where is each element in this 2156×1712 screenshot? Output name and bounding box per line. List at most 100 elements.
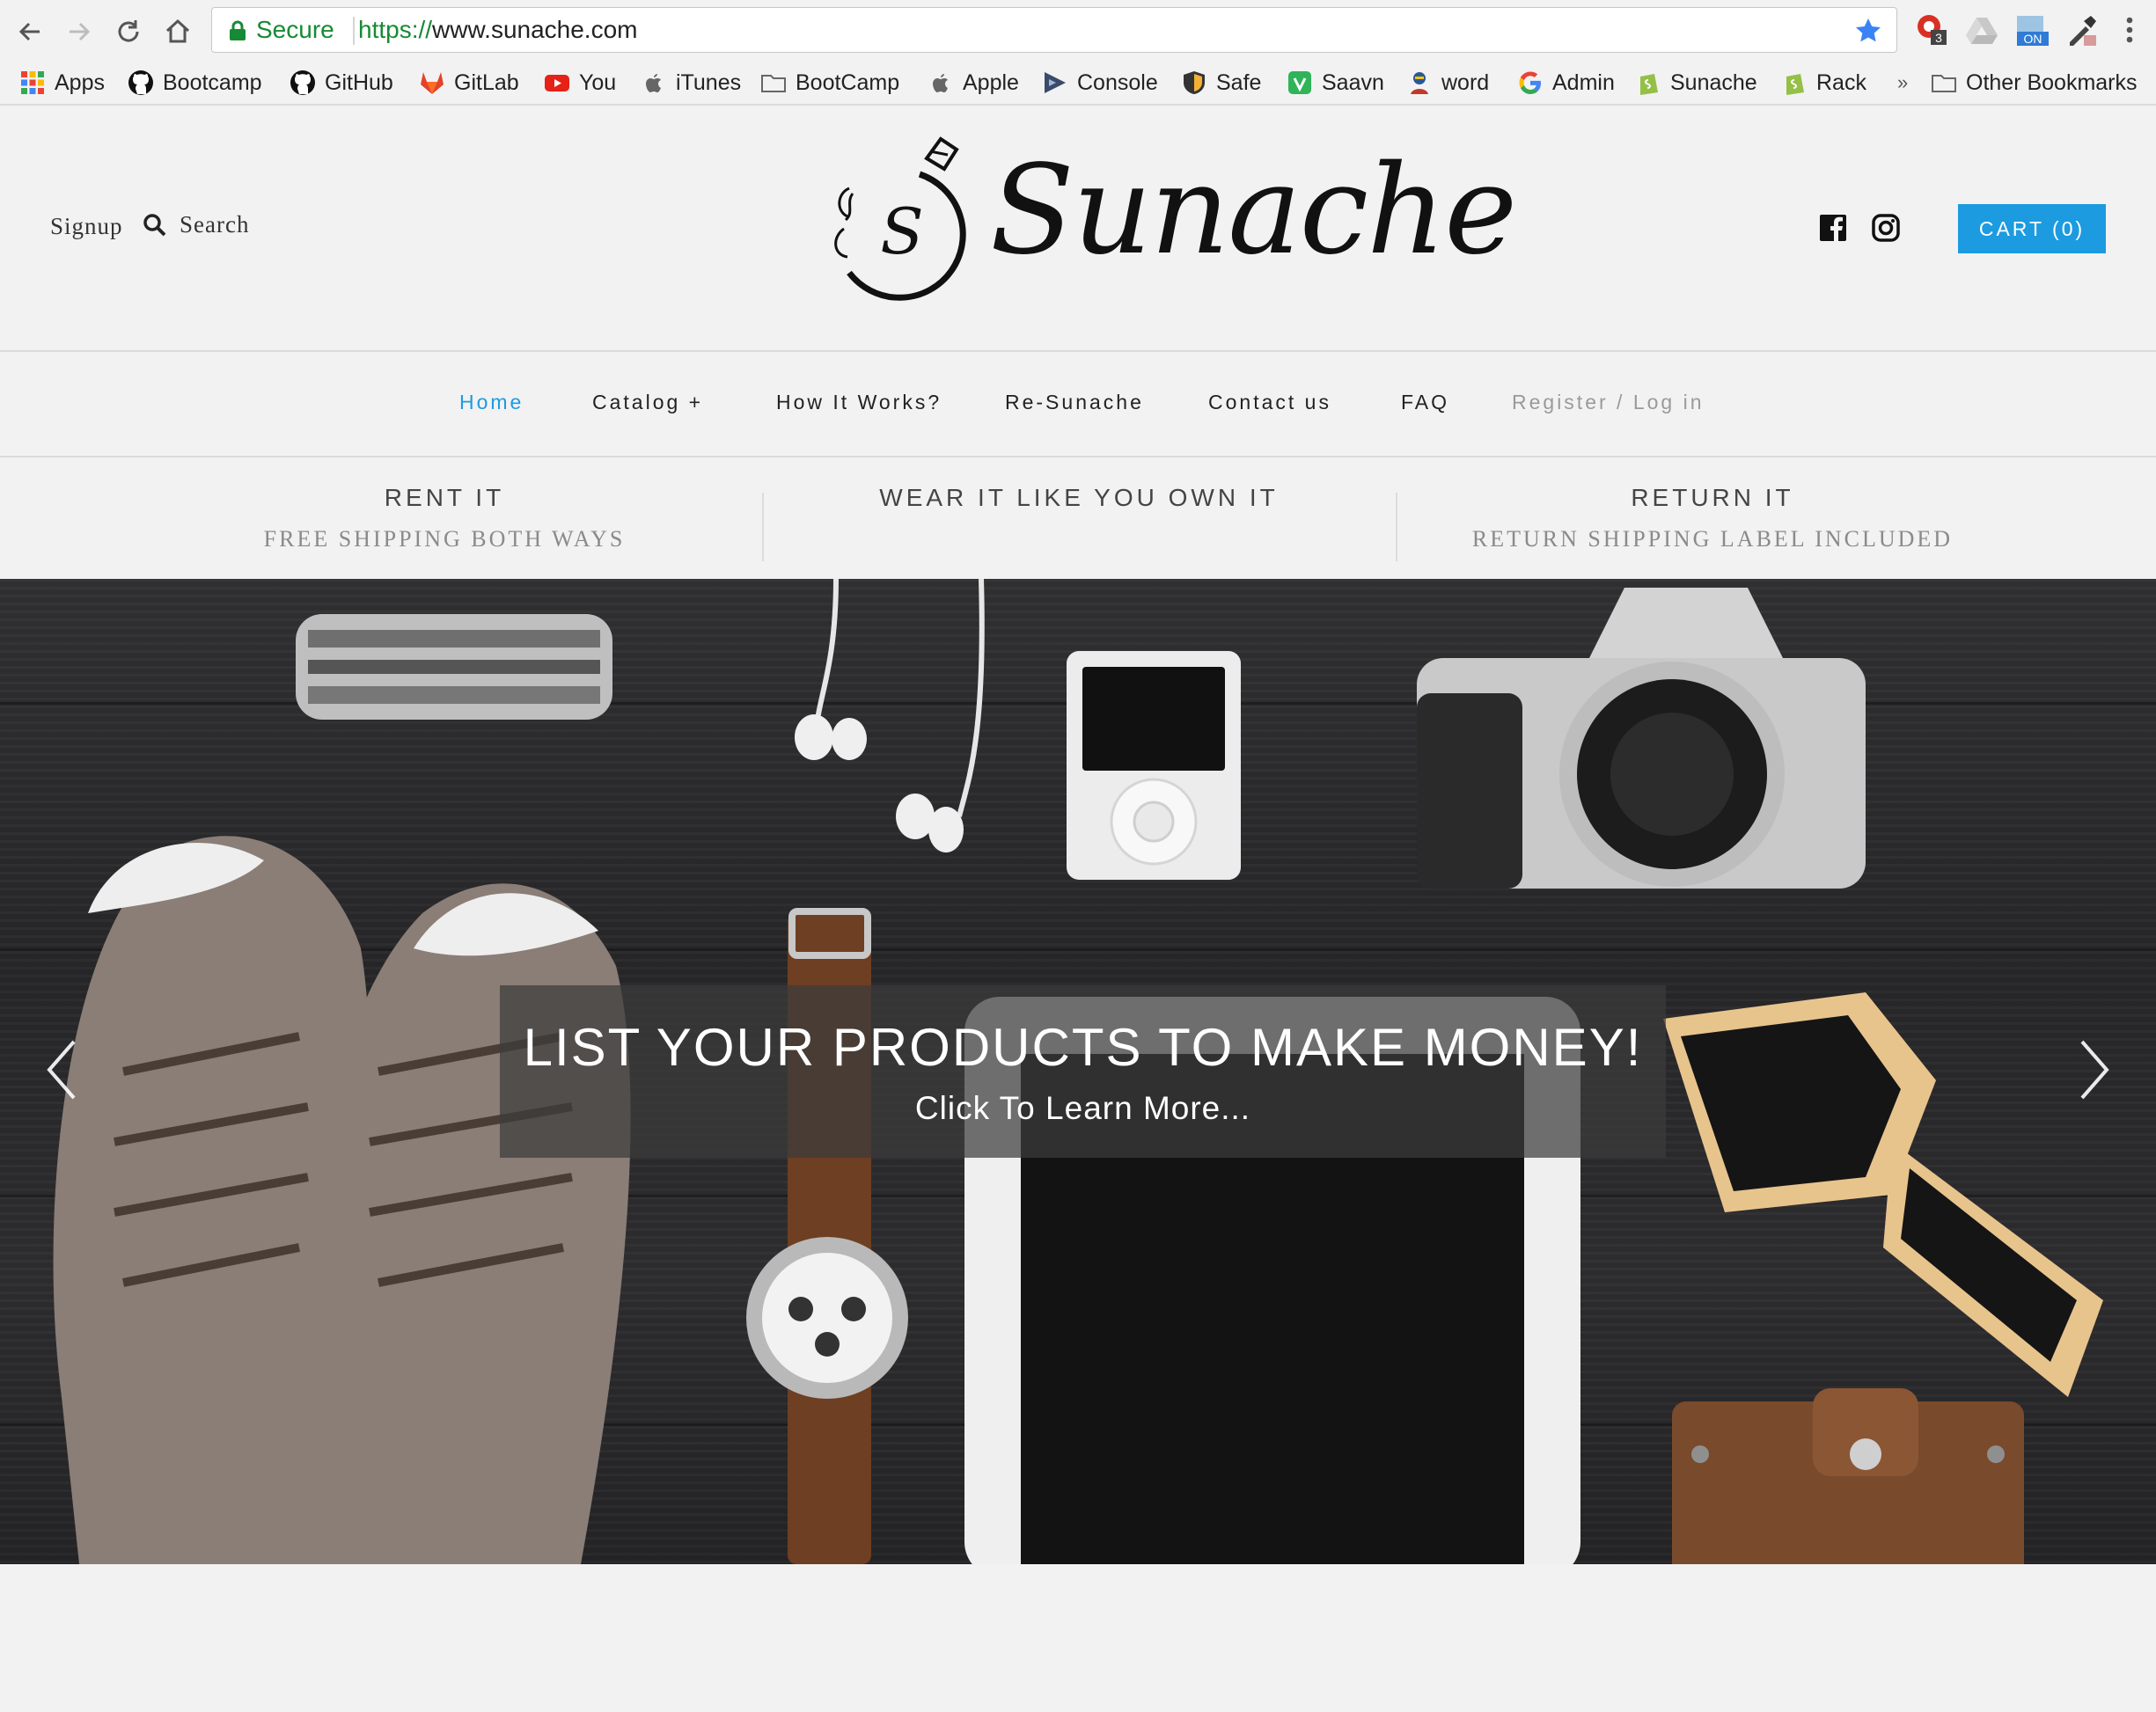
instagram-icon[interactable] xyxy=(1871,213,1901,243)
word-icon xyxy=(1411,72,1428,94)
bookmark-console[interactable]: Console xyxy=(1042,65,1158,100)
bookmark-sunache[interactable]: Sunache xyxy=(1635,65,1757,100)
bookmark-star-icon[interactable] xyxy=(1854,17,1882,45)
sunglasses-image xyxy=(1663,992,2103,1397)
site-header: Signup Search S Sunache CART (0) xyxy=(0,106,2156,350)
search-icon xyxy=(143,213,166,236)
home-icon[interactable] xyxy=(158,12,197,51)
bookmark-label: iTunes xyxy=(676,70,742,95)
folder-icon xyxy=(761,75,786,92)
nav-contact-us[interactable]: Contact us xyxy=(1208,391,1331,414)
bookmark-apple[interactable]: Apple xyxy=(928,65,1019,100)
bookmark-label: Safe xyxy=(1216,70,1262,95)
wallet-image xyxy=(1672,1388,2024,1564)
slider-next-arrow-icon[interactable] xyxy=(2066,1026,2119,1114)
signup-link[interactable]: Signup xyxy=(50,213,123,240)
back-arrow-icon[interactable] xyxy=(11,12,49,51)
nav-home[interactable]: Home xyxy=(459,391,524,414)
slider-prev-arrow-icon[interactable] xyxy=(37,1026,90,1114)
page-below-fold xyxy=(0,1564,2156,1712)
bookmark-saavn[interactable]: Saavn xyxy=(1287,65,1384,100)
hero-caption[interactable]: LIST YOUR PRODUCTS TO MAKE MONEY! Click … xyxy=(500,985,1666,1158)
bookmark-word[interactable]: word xyxy=(1406,65,1489,100)
bookmark-admin[interactable]: Admin xyxy=(1517,65,1615,100)
promo-title: WEAR IT LIKE YOU OWN IT xyxy=(879,484,1279,511)
extension-red-icon[interactable]: 3 xyxy=(1915,12,1950,48)
multitool-image xyxy=(296,614,612,720)
browser-toolbar: Secure https://www.sunache.com 3 ON xyxy=(0,0,2156,62)
bookmark-safe[interactable]: Safe xyxy=(1181,65,1261,100)
nav-catalog[interactable]: Catalog + xyxy=(592,391,703,414)
site-logo[interactable]: S Sunache xyxy=(814,132,1517,308)
eyedropper-icon[interactable] xyxy=(2064,12,2100,48)
url-text[interactable]: https://www.sunache.com xyxy=(358,16,637,44)
other-bookmarks[interactable]: Other Bookmarks xyxy=(1931,65,2138,100)
hero-learn-more-link[interactable]: Click To Learn More... xyxy=(500,1090,1666,1127)
folder-icon xyxy=(1932,75,1956,92)
nav-faq[interactable]: FAQ xyxy=(1401,391,1449,414)
drive-icon[interactable] xyxy=(1964,12,1999,48)
reload-icon[interactable] xyxy=(109,12,148,51)
omnibox-divider xyxy=(353,17,355,45)
bookmark-label: Rack xyxy=(1816,70,1866,95)
apple-icon xyxy=(646,74,661,92)
bookmark-label: Apple xyxy=(963,70,1019,95)
shield-icon xyxy=(1184,71,1205,94)
console-icon xyxy=(1045,72,1066,93)
bookmarks-overflow-button[interactable]: » xyxy=(1897,65,1908,100)
search-label: Search xyxy=(180,211,250,238)
logo-wordmark: Sunache xyxy=(990,139,1517,282)
gitlab-icon xyxy=(421,72,444,94)
bookmark-bootcamp[interactable]: Bootcamp xyxy=(128,65,262,100)
facebook-icon[interactable] xyxy=(1818,213,1848,243)
bookmark-label: BootCamp xyxy=(796,70,900,95)
hero-slideshow[interactable]: LIST YOUR PRODUCTS TO MAKE MONEY! Click … xyxy=(0,579,2156,1564)
promo-return-it: RETURN IT RETURN SHIPPING LABEL INCLUDED xyxy=(1397,484,2028,552)
address-bar[interactable]: Secure https://www.sunache.com xyxy=(211,7,1897,53)
bookmarks-bar: Apps Bootcamp GitHub GitLab You iTunes B… xyxy=(0,62,2156,106)
camera-image xyxy=(1417,588,1866,889)
saavn-icon xyxy=(1288,71,1311,94)
github-icon xyxy=(128,70,153,95)
cart-button[interactable]: CART (0) xyxy=(1958,204,2106,253)
sneakers-image xyxy=(53,836,631,1564)
toggle-on-icon[interactable]: ON xyxy=(2013,12,2049,48)
bookmark-label: Sunache xyxy=(1670,70,1757,95)
nav-re-sunache[interactable]: Re-Sunache xyxy=(1005,391,1144,414)
bookmark-label: GitLab xyxy=(454,70,519,95)
bookmark-label: Bootcamp xyxy=(163,70,262,95)
apple-icon xyxy=(933,74,948,92)
browser-menu-icon[interactable] xyxy=(2112,12,2147,48)
google-icon xyxy=(1519,71,1541,94)
bookmark-you[interactable]: You xyxy=(544,65,616,100)
search-link[interactable]: Search xyxy=(143,211,249,238)
secure-label: Secure xyxy=(256,16,334,43)
forward-arrow-icon[interactable] xyxy=(60,12,99,51)
github-icon xyxy=(290,70,315,95)
promo-subtitle: FREE SHIPPING BOTH WAYS xyxy=(263,526,626,552)
bookmark-apps[interactable]: Apps xyxy=(19,65,105,100)
bookmark-label: Saavn xyxy=(1322,70,1384,95)
bookmark-label: Console xyxy=(1077,70,1158,95)
nav-how-it-works[interactable]: How It Works? xyxy=(776,391,942,414)
url-scheme: https:// xyxy=(358,16,433,43)
main-navigation: Home Catalog + How It Works? Re-Sunache … xyxy=(0,352,2156,456)
promo-title: RENT IT xyxy=(384,484,505,511)
logo-letter: S xyxy=(880,194,923,268)
extension-badge-count: 3 xyxy=(1935,31,1942,45)
apps-grid-icon xyxy=(21,71,44,94)
bookmark-github[interactable]: GitHub xyxy=(290,65,393,100)
logo-emblem-icon: S xyxy=(834,136,966,301)
youtube-icon xyxy=(545,75,569,91)
nav-register-login[interactable]: Register / Log in xyxy=(1512,391,1704,414)
bookmark-label: Admin xyxy=(1552,70,1615,95)
other-bookmarks-label: Other Bookmarks xyxy=(1966,70,2138,95)
bookmark-itunes[interactable]: iTunes xyxy=(641,65,741,100)
bookmark-rack[interactable]: Rack xyxy=(1781,65,1866,100)
promo-rent-it: RENT IT FREE SHIPPING BOTH WAYS xyxy=(129,484,759,552)
extension-toggle-label: ON xyxy=(2024,32,2042,46)
bookmark-gitlab[interactable]: GitLab xyxy=(419,65,519,100)
promo-title: RETURN IT xyxy=(1631,484,1794,511)
promo-subtitle: RETURN SHIPPING LABEL INCLUDED xyxy=(1471,526,1954,552)
bookmark-bootcamp-folder[interactable]: BootCamp xyxy=(760,65,899,100)
